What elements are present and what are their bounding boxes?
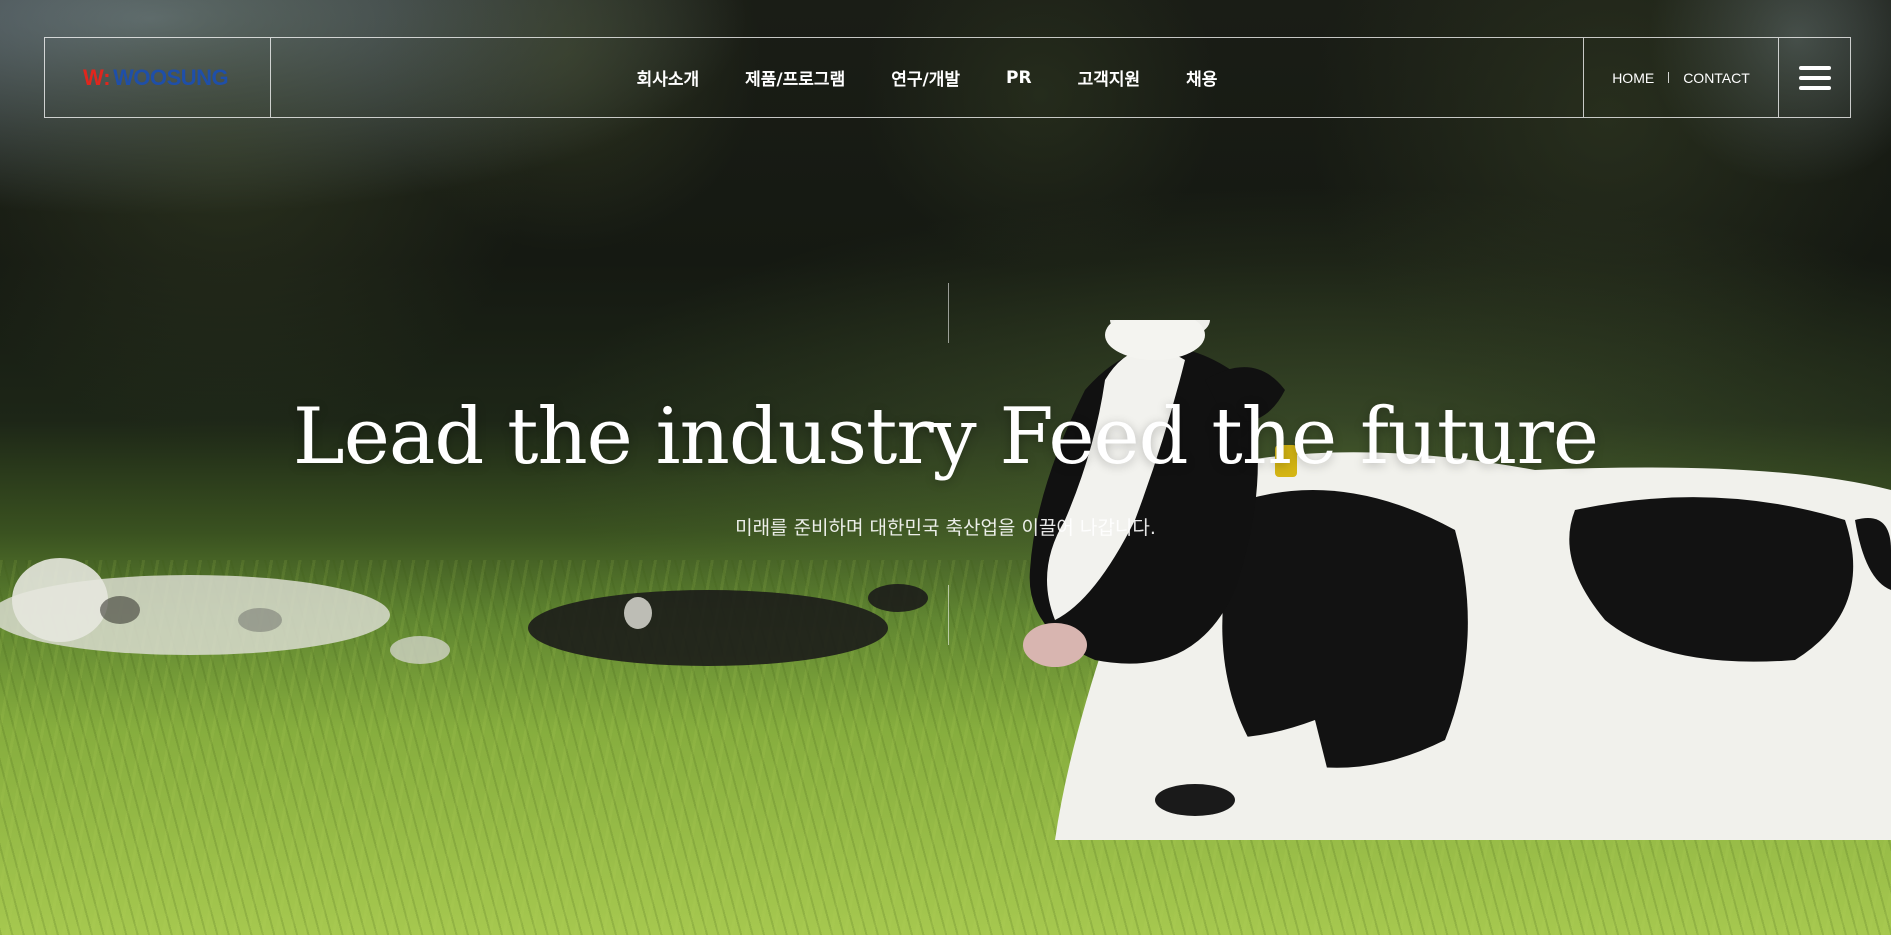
nav-item-research[interactable]: 연구/개발 [891,65,960,90]
main-navigation: 회사소개 제품/프로그램 연구/개발 PR 고객지원 채용 [271,38,1583,117]
hero-subline: 미래를 준비하며 대한민국 축산업을 이끌어 나갑니다. [735,517,1156,539]
menu-button[interactable] [1778,38,1850,117]
home-link[interactable]: HOME [1612,70,1654,86]
contact-link[interactable]: CONTACT [1683,70,1750,86]
logo-name: WOOSUNG [113,64,229,90]
utility-links: HOME CONTACT [1583,38,1778,117]
hero-headline: Lead the industry Feed the future [292,392,1599,482]
util-divider [1668,72,1670,83]
hamburger-menu-icon [1798,65,1831,90]
nav-item-support[interactable]: 고객지원 [1078,65,1141,90]
divider-line-bottom [948,585,949,645]
nav-item-products[interactable]: 제품/프로그램 [745,65,845,90]
nav-item-company[interactable]: 회사소개 [637,65,700,90]
site-header: W : WOOSUNG 회사소개 제품/프로그램 연구/개발 PR 고객지원 채… [44,37,1851,118]
logo-colon: : [103,64,111,90]
nav-item-careers[interactable]: 채용 [1186,65,1217,90]
nav-item-pr[interactable]: PR [1006,68,1032,88]
logo-mark: W [83,64,104,90]
woosung-logo[interactable]: W : WOOSUNG [83,64,229,91]
divider-line-top [948,283,949,343]
cow-image-left [0,558,450,664]
cow-image-middle [528,584,928,666]
logo-cell: W : WOOSUNG [45,38,271,117]
hero-section: W : WOOSUNG 회사소개 제품/프로그램 연구/개발 PR 고객지원 채… [0,0,1891,935]
